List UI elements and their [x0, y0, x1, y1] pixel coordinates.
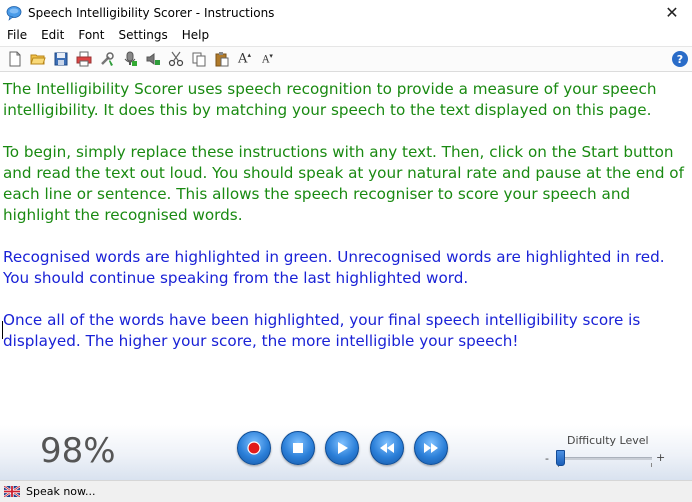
text-caret — [2, 321, 3, 339]
help-icon: ? — [676, 52, 684, 66]
open-button[interactable] — [26, 48, 49, 70]
increase-font-icon: A▴ — [238, 51, 251, 67]
rewind-button[interactable] — [370, 431, 404, 465]
paragraph-highlight: Recognised words are highlighted in gree… — [3, 248, 665, 287]
title-bar: Speech Intelligibility Scorer - Instruct… — [0, 0, 692, 25]
microphone-settings-button[interactable] — [118, 48, 141, 70]
difficulty-slider-thumb[interactable] — [556, 450, 565, 466]
save-button[interactable] — [49, 48, 72, 70]
menu-file[interactable]: File — [0, 25, 34, 46]
speaker-button[interactable] — [141, 48, 164, 70]
control-panel: 98% Difficulty Level - + — [0, 425, 692, 480]
paragraph-begin: To begin, simply replace these instructi… — [3, 143, 684, 224]
menu-settings[interactable]: Settings — [111, 25, 174, 46]
paste-icon — [215, 52, 228, 67]
fast-forward-icon — [424, 443, 438, 453]
tools-icon — [100, 52, 114, 66]
speaker-icon — [146, 53, 160, 65]
close-button[interactable]: ✕ — [652, 0, 692, 25]
toolbar: A▴ A▾ ? — [0, 46, 692, 72]
difficulty-slider-track[interactable] — [556, 457, 652, 460]
print-icon — [76, 51, 91, 67]
difficulty-plus: + — [656, 451, 666, 464]
menu-help[interactable]: Help — [175, 25, 216, 46]
difficulty-label: Difficulty Level — [567, 434, 649, 447]
copy-button[interactable] — [187, 48, 210, 70]
menu-bar: File Edit Font Settings Help — [0, 25, 692, 46]
instruction-text-editor[interactable]: The Intelligibility Scorer uses speech r… — [0, 73, 692, 425]
status-bar: Speak now... — [0, 480, 692, 502]
new-document-icon — [9, 51, 20, 67]
stop-button[interactable] — [281, 431, 315, 465]
paragraph-score: Once all of the words have been highligh… — [3, 311, 641, 350]
intelligibility-score: 98% — [40, 431, 116, 471]
record-button[interactable] — [237, 431, 271, 465]
print-button[interactable] — [72, 48, 95, 70]
new-document-button[interactable] — [3, 48, 26, 70]
copy-icon — [192, 52, 205, 67]
status-text: Speak now... — [26, 485, 96, 498]
cut-icon — [168, 51, 183, 67]
decrease-font-icon: A▾ — [262, 52, 273, 66]
uk-flag-icon — [4, 486, 20, 497]
cut-button[interactable] — [164, 48, 187, 70]
difficulty-minus: - — [545, 452, 549, 465]
rewind-icon — [380, 443, 394, 453]
app-speech-bubble-icon — [6, 5, 22, 21]
record-icon — [247, 441, 261, 455]
decrease-font-button[interactable]: A▾ — [256, 48, 279, 70]
microphone-settings-icon — [124, 51, 137, 66]
difficulty-slider-ticks — [558, 463, 652, 467]
play-button[interactable] — [325, 431, 359, 465]
fast-forward-button[interactable] — [414, 431, 448, 465]
close-icon: ✕ — [665, 3, 679, 22]
tools-button[interactable] — [95, 48, 118, 70]
play-icon — [338, 442, 348, 454]
menu-font[interactable]: Font — [71, 25, 111, 46]
help-button[interactable]: ? — [672, 51, 688, 67]
stop-icon — [293, 443, 303, 453]
menu-edit[interactable]: Edit — [34, 25, 71, 46]
window-title: Speech Intelligibility Scorer - Instruct… — [28, 5, 275, 20]
increase-font-button[interactable]: A▴ — [233, 48, 256, 70]
paragraph-intro: The Intelligibility Scorer uses speech r… — [3, 80, 657, 119]
open-folder-icon — [29, 54, 46, 65]
paste-button[interactable] — [210, 48, 233, 70]
save-icon — [54, 52, 67, 66]
